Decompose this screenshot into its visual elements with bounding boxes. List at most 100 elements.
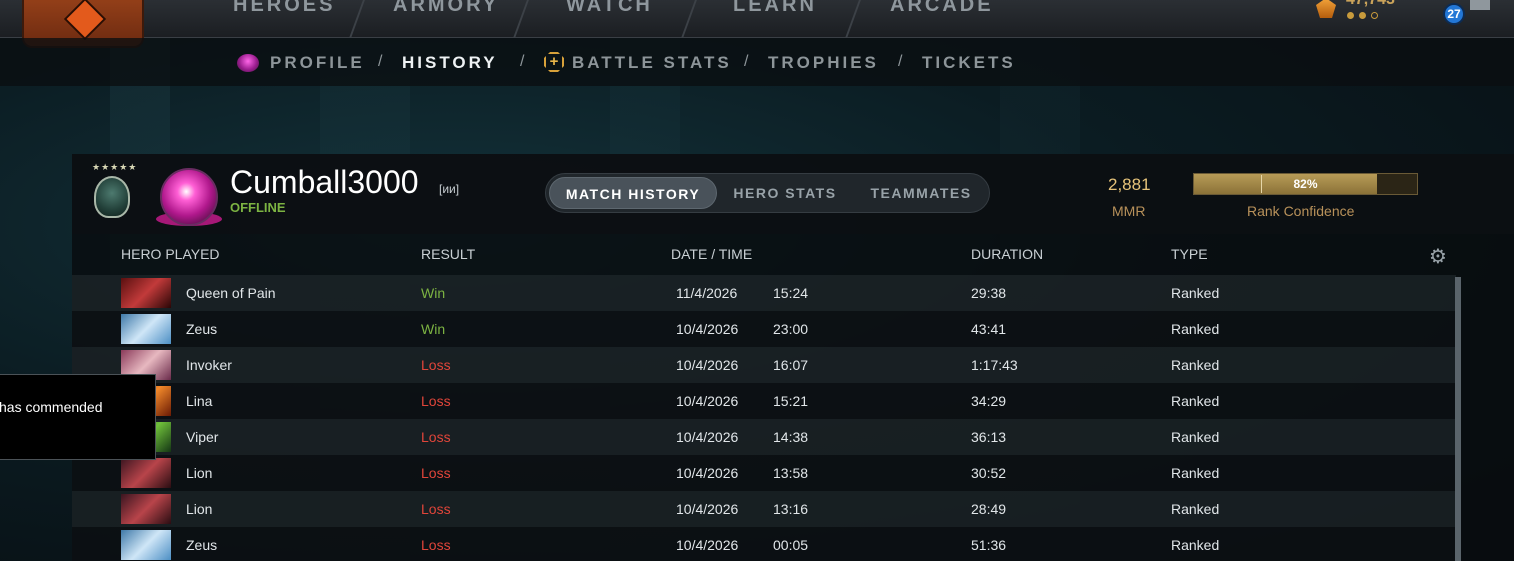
col-duration[interactable]: DURATION [971, 246, 1043, 262]
match-type: Ranked [1171, 429, 1220, 445]
hero-name: Zeus [186, 321, 218, 337]
col-hero-played[interactable]: HERO PLAYED [121, 246, 220, 262]
player-status: OFFLINE [230, 200, 286, 215]
mmr-label: MMR [1112, 203, 1146, 219]
rank-confidence-label: Rank Confidence [1247, 203, 1355, 219]
level-pip [1347, 12, 1354, 19]
nav-learn[interactable]: LEARN [733, 0, 817, 17]
match-result: Loss [421, 537, 451, 553]
hero-portrait [121, 278, 171, 308]
nav-arcade[interactable]: ARCADE [890, 0, 994, 17]
nav-watch[interactable]: WATCH [566, 0, 653, 17]
table-row[interactable]: Viper Loss 10/4/2026 14:38 36:13 Ranked [72, 419, 1456, 455]
hero-name: Lion [186, 501, 213, 517]
subnav-separator: / [744, 53, 749, 70]
hero-portrait [121, 530, 171, 560]
match-date: 10/4/2026 [676, 501, 739, 517]
match-result: Loss [421, 501, 451, 517]
commend-notification[interactable]: has commended [0, 374, 156, 460]
profile-icon [237, 54, 259, 72]
match-time: 13:58 [773, 465, 809, 481]
level-pip [1359, 12, 1366, 19]
history-tabs: MATCH HISTORY HERO STATS TEAMMATES [545, 173, 990, 213]
subnav-battle-stats[interactable]: BATTLE STATS [572, 53, 732, 73]
match-date: 10/4/2026 [676, 537, 739, 553]
match-duration: 36:13 [971, 429, 1007, 445]
table-row[interactable]: Invoker Loss 10/4/2026 16:07 1:17:43 Ran… [72, 347, 1456, 383]
shards-value: 47,743 [1346, 0, 1395, 9]
table-row[interactable]: Lina Loss 10/4/2026 15:21 34:29 Ranked [72, 383, 1456, 419]
match-type: Ranked [1171, 465, 1220, 481]
top-nav-bar: HEROES ARMORY WATCH LEARN ARCADE 47,743 … [0, 0, 1514, 48]
match-result: Loss [421, 357, 451, 373]
match-date: 10/4/2026 [676, 429, 739, 445]
subnav-tickets[interactable]: TICKETS [922, 53, 1016, 73]
profile-subnav: PROFILE / HISTORY / + BATTLE STATS / TRO… [0, 38, 1514, 86]
match-result: Win [421, 321, 446, 337]
nav-separator [845, 0, 861, 38]
rank-confidence-percent: 82% [1293, 177, 1318, 191]
col-date-time[interactable]: DATE / TIME [671, 246, 752, 262]
table-row[interactable]: Zeus Win 10/4/2026 23:00 43:41 Ranked [72, 311, 1456, 347]
hero-name: Lina [186, 393, 213, 409]
match-duration: 34:29 [971, 393, 1007, 409]
nav-separator [681, 0, 697, 38]
match-type: Ranked [1171, 537, 1220, 553]
gear-icon[interactable]: ⚙ [1429, 244, 1447, 269]
match-time: 23:00 [773, 321, 809, 337]
match-duration: 29:38 [971, 285, 1007, 301]
match-duration: 30:52 [971, 465, 1007, 481]
subnav-separator: / [378, 53, 383, 70]
hero-portrait [121, 314, 171, 344]
match-result: Loss [421, 429, 451, 445]
rank-confidence-bar: 82% [1193, 173, 1418, 195]
mail-icon[interactable] [1470, 0, 1490, 10]
nav-heroes[interactable]: HEROES [233, 0, 335, 17]
avatar[interactable] [160, 168, 218, 226]
match-type: Ranked [1171, 501, 1220, 517]
tab-match-history[interactable]: MATCH HISTORY [549, 177, 717, 209]
table-row[interactable]: Queen of Pain Win 11/4/2026 15:24 29:38 … [72, 275, 1456, 311]
subnav-history[interactable]: HISTORY [402, 53, 498, 73]
match-duration: 28:49 [971, 501, 1007, 517]
match-time: 16:07 [773, 357, 809, 373]
table-row[interactable]: Lion Loss 10/4/2026 13:16 28:49 Ranked [72, 491, 1456, 527]
nav-armory[interactable]: ARMORY [393, 0, 499, 17]
col-result[interactable]: RESULT [421, 246, 475, 262]
match-time: 14:38 [773, 429, 809, 445]
dota-logo-icon [63, 0, 107, 41]
match-duration: 51:36 [971, 537, 1007, 553]
rank-medal-icon[interactable]: ★★★★★ [86, 162, 138, 224]
match-result: Loss [421, 465, 451, 481]
shards-icon [1316, 0, 1336, 18]
scrollbar[interactable] [1455, 277, 1461, 561]
player-header: ★★★★★ Cumball3000 [ии] OFFLINE MATCH HIS… [72, 154, 1514, 234]
rank-stars: ★★★★★ [92, 162, 138, 172]
match-result: Loss [421, 393, 451, 409]
subnav-profile[interactable]: PROFILE [270, 53, 365, 73]
match-type: Ranked [1171, 321, 1220, 337]
subnav-trophies[interactable]: TROPHIES [768, 53, 879, 73]
col-type[interactable]: TYPE [1171, 246, 1208, 262]
hero-portrait [121, 494, 171, 524]
subnav-separator: / [898, 53, 903, 70]
notification-text: has commended [0, 399, 103, 415]
tab-teammates[interactable]: TEAMMATES [856, 177, 986, 209]
table-header: HERO PLAYED RESULT DATE / TIME DURATION … [72, 238, 1514, 270]
match-time: 13:16 [773, 501, 809, 517]
match-duration: 43:41 [971, 321, 1007, 337]
hero-name: Invoker [186, 357, 232, 373]
match-duration: 1:17:43 [971, 357, 1018, 373]
match-time: 15:24 [773, 285, 809, 301]
level-pip [1371, 12, 1378, 19]
table-row[interactable]: Lion Loss 10/4/2026 13:58 30:52 Ranked [72, 455, 1456, 491]
match-time: 00:05 [773, 537, 809, 553]
hero-name: Lion [186, 465, 213, 481]
tab-hero-stats[interactable]: HERO STATS [722, 177, 848, 209]
nav-separator [513, 0, 529, 38]
match-date: 10/4/2026 [676, 465, 739, 481]
table-row[interactable]: Zeus Loss 10/4/2026 00:05 51:36 Ranked [72, 527, 1456, 561]
match-time: 15:21 [773, 393, 809, 409]
notification-badge[interactable]: 27 [1443, 3, 1465, 25]
subnav-separator: / [520, 53, 525, 70]
